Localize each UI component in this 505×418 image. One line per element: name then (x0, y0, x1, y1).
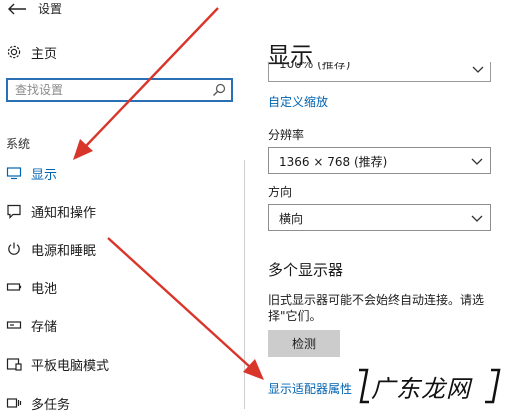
sidebar-item-label: 存储 (31, 319, 58, 335)
sidebar-item-notifications[interactable]: 通知和操作 (0, 196, 240, 226)
nav-home-label: 主页 (31, 46, 58, 62)
sidebar-item-battery[interactable]: 电池 (0, 272, 240, 302)
chevron-down-icon (472, 66, 484, 73)
display-adapter-properties-link[interactable]: 显示适配器属性 (268, 380, 352, 397)
watermark-text: 广东龙网 (371, 375, 471, 403)
orientation-select[interactable]: 横向 (268, 204, 491, 231)
search-input[interactable] (15, 82, 205, 98)
sidebar-item-storage[interactable]: 存储 (0, 310, 240, 340)
storage-icon (6, 321, 22, 329)
detect-button[interactable]: 检测 (268, 330, 340, 357)
chevron-down-icon (471, 215, 483, 222)
sidebar-item-label: 电池 (31, 281, 58, 297)
sidebar-item-tablet-mode[interactable]: 平板电脑模式 (0, 349, 240, 379)
sidebar-item-label: 显示 (31, 167, 58, 183)
resolution-label: 分辨率 (268, 128, 305, 142)
monitor-icon (6, 167, 22, 180)
search-icon[interactable] (212, 83, 226, 97)
watermark-logo: 广东龙网 (355, 366, 503, 406)
scale-select[interactable]: 100% (推荐) (268, 62, 491, 82)
app-title: 设置 (38, 2, 63, 16)
sidebar-divider (244, 160, 245, 409)
battery-icon (6, 283, 22, 291)
orientation-label: 方向 (268, 185, 293, 199)
orientation-value: 横向 (279, 212, 304, 226)
sidebar-item-display[interactable]: 显示 (0, 158, 240, 188)
search-box[interactable] (6, 78, 233, 102)
multiple-displays-description: 旧式显示器可能不会始终自动连接。请选择"它们。 (268, 293, 485, 323)
nav-group-label: 系统 (6, 137, 31, 151)
power-icon (8, 242, 20, 255)
sidebar-item-multitasking[interactable]: 多任务 (0, 388, 240, 418)
notification-icon (7, 204, 21, 219)
back-arrow-icon[interactable] (6, 2, 28, 16)
gear-icon (7, 45, 21, 59)
multiple-displays-heading: 多个显示器 (268, 261, 344, 279)
custom-scale-link[interactable]: 自定义缩放 (268, 93, 328, 110)
tablet-mode-icon (6, 358, 22, 371)
scale-select-value: 100% (推荐) (279, 62, 351, 71)
sidebar-item-label: 电源和睡眠 (31, 243, 97, 259)
chevron-down-icon (471, 158, 483, 165)
resolution-select[interactable]: 1366 × 768 (推荐) (268, 147, 491, 174)
nav-home[interactable]: 主页 (0, 37, 240, 67)
sidebar-item-label: 通知和操作 (31, 205, 97, 221)
resolution-value: 1366 × 768 (推荐) (279, 155, 388, 169)
sidebar-item-label: 多任务 (31, 397, 71, 413)
sidebar-item-power[interactable]: 电源和睡眠 (0, 234, 240, 264)
sidebar-item-label: 平板电脑模式 (31, 358, 110, 374)
